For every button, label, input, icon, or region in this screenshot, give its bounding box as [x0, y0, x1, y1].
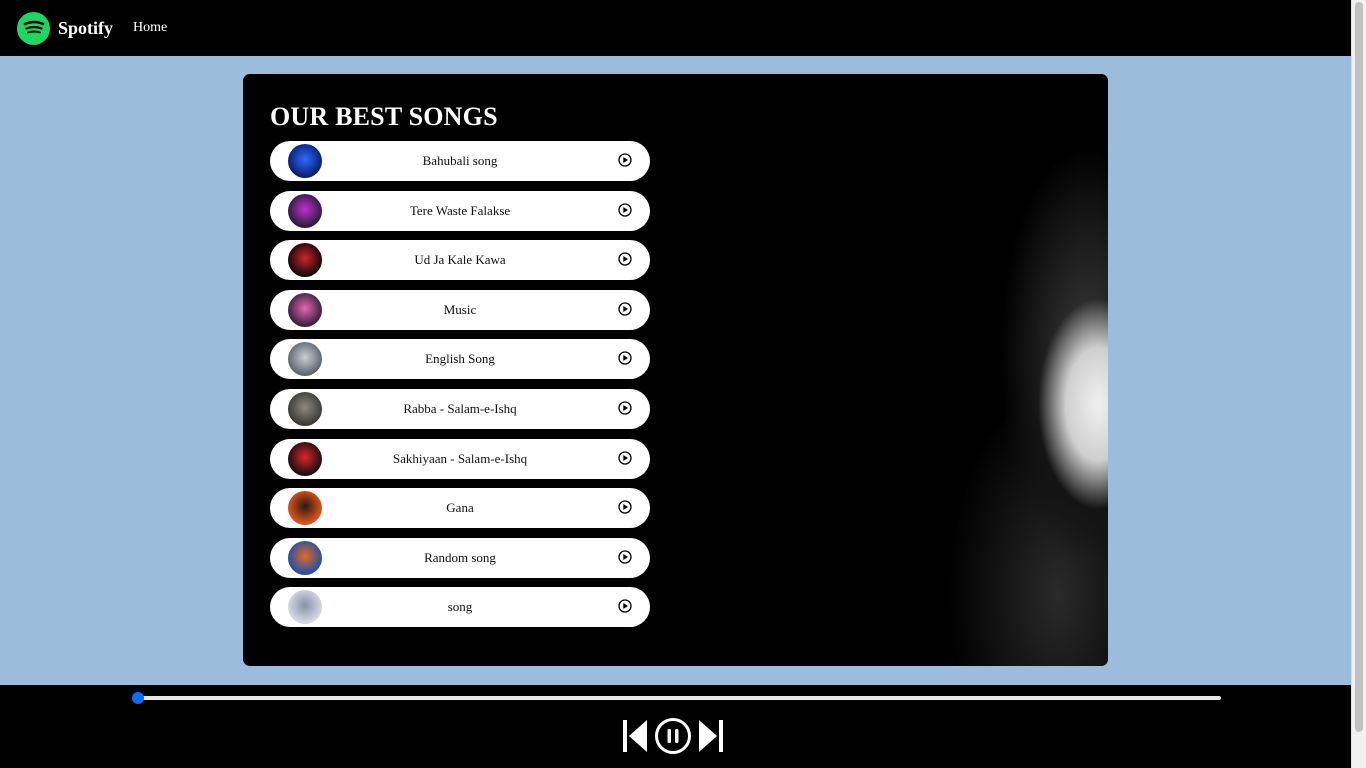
song-cover-image: [288, 193, 322, 228]
play-circle-icon[interactable]: [618, 202, 632, 217]
playback-controls: [622, 717, 724, 755]
song-name: Bahubali song: [422, 153, 498, 168]
song-name: Tere Waste Falakse: [409, 202, 511, 218]
song-item[interactable]: Music: [270, 289, 650, 330]
play-circle-icon[interactable]: [618, 599, 632, 613]
song-list: Bahubali song Tere Waste Falakse Ud Ja Kal…: [270, 141, 650, 637]
play-circle-icon[interactable]: [618, 500, 632, 514]
song-name: Ud Ja Kale Kawa: [414, 252, 506, 268]
page-scrollbar[interactable]: [1351, 0, 1366, 768]
song-item[interactable]: Gana: [270, 488, 650, 529]
play-circle-icon[interactable]: [618, 401, 632, 415]
play-circle-icon[interactable]: [618, 252, 632, 266]
song-name: Random song: [424, 549, 496, 565]
song-name: Music: [443, 301, 477, 317]
song-cover-image: [288, 144, 322, 178]
song-cover-image: [288, 243, 322, 278]
play-circle-icon[interactable]: [618, 450, 632, 465]
progress-thumb[interactable]: [132, 692, 144, 704]
song-item[interactable]: Sakhiyaan - Salam-e-Ishq: [270, 438, 650, 479]
song-cover-image: [288, 292, 322, 327]
pause-icon[interactable]: [654, 717, 692, 755]
next-icon[interactable]: [698, 718, 724, 754]
song-name: Gana: [446, 500, 474, 516]
song-item[interactable]: Random song: [270, 537, 650, 578]
song-name: Rabba - Salam-e-Ishq: [403, 400, 517, 416]
background-portrait-image: [808, 74, 1108, 666]
page-title: OUR BEST SONGS: [270, 102, 498, 131]
song-cover-image: [288, 590, 322, 625]
song-cover-image: [288, 540, 322, 575]
song-cover-image: [288, 441, 322, 476]
songs-panel: OUR BEST SONGS Bahubali song Tere Waste F…: [243, 74, 1108, 666]
song-name: song: [447, 599, 473, 615]
song-item[interactable]: Rabba - Salam-e-Ishq: [270, 388, 650, 429]
spotify-logo-icon[interactable]: [17, 11, 50, 45]
song-cover-image: [288, 391, 322, 426]
scrollbar-thumb[interactable]: [1355, 2, 1363, 732]
song-name: Sakhiyaan - Salam-e-Ishq: [392, 450, 528, 466]
bottom-player: [0, 685, 1351, 768]
song-cover-image: [288, 491, 322, 526]
play-circle-icon[interactable]: [618, 351, 632, 366]
nav-link-home[interactable]: Home: [133, 20, 167, 36]
top-navbar: Spotify Home: [0, 0, 1351, 56]
song-item[interactable]: song: [270, 587, 650, 628]
play-circle-icon[interactable]: [618, 550, 632, 564]
song-item[interactable]: Tere Waste Falakse: [270, 190, 650, 231]
play-circle-icon[interactable]: [618, 153, 632, 167]
play-circle-icon[interactable]: [618, 302, 632, 316]
previous-icon[interactable]: [622, 718, 648, 754]
brand-name[interactable]: Spotify: [58, 18, 113, 39]
song-item[interactable]: English Song: [270, 339, 650, 380]
song-cover-image: [288, 342, 322, 377]
song-item[interactable]: Bahubali song: [270, 141, 650, 181]
song-item[interactable]: Ud Ja Kale Kawa: [270, 240, 650, 281]
song-name: English Song: [425, 351, 495, 367]
progress-bar[interactable]: [132, 692, 1221, 704]
